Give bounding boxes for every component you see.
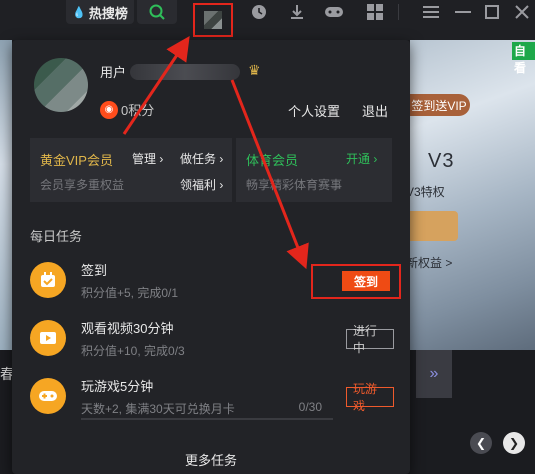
gold-vip-subtitle: 会员享多重权益 <box>40 178 125 192</box>
more-tasks-link[interactable]: 更多任务 <box>12 450 410 469</box>
coin-icon: ◉ <box>100 100 118 119</box>
hot-search-label: 热搜榜 <box>88 5 128 21</box>
sport-vip-card[interactable]: 体育会员 畅享精彩体育赛事 开通 › <box>236 138 392 202</box>
more-arrow-button[interactable]: » <box>416 350 452 398</box>
daily-tasks-title: 每日任务 <box>30 229 83 244</box>
annotation-highlight-box <box>311 264 401 299</box>
play-game-button[interactable]: 玩游戏 <box>346 382 394 413</box>
next-page-button[interactable]: ❯ <box>503 432 525 454</box>
hot-search-button[interactable]: 💧 热搜榜 <box>66 0 134 24</box>
double-chevron-right-icon: » <box>429 365 439 382</box>
logout-link[interactable]: 退出 <box>362 101 388 120</box>
chevron-right-icon: ❯ <box>508 436 520 450</box>
fire-icon: 💧 <box>72 6 86 19</box>
task-row-watch-video: 观看视频30分钟 积分值+10, 完成0/3 进行中 <box>30 316 394 360</box>
play-video-icon <box>30 320 66 356</box>
v3-privilege-text: V3特权 <box>406 185 445 199</box>
do-tasks-link[interactable]: 做任务 › <box>180 150 223 167</box>
in-progress-button[interactable]: 进行中 <box>346 324 394 355</box>
gold-vip-card[interactable]: 黄金VIP会员 会员享多重权益 管理 › 做任务 › 领福利 › <box>30 138 232 202</box>
prev-page-button[interactable]: ❮ <box>470 432 492 454</box>
gold-vip-title: 黄金VIP会员 <box>40 153 113 168</box>
open-sport-link[interactable]: 开通 › <box>346 150 377 167</box>
top-bar: 💧 热搜榜 <box>0 0 535 40</box>
vip-crown-icon: ♛ <box>248 62 261 78</box>
manage-link[interactable]: 管理 › <box>132 150 163 167</box>
calendar-check-icon <box>30 262 66 298</box>
personal-settings-link[interactable]: 个人设置 <box>288 101 340 120</box>
user-name-prefix: 用户 <box>100 65 127 80</box>
chevron-left-icon: ❮ <box>475 436 487 450</box>
auto-badge: 自看 <box>512 42 535 75</box>
v3-title: V3 <box>428 150 455 172</box>
gamepad-icon <box>30 378 66 414</box>
maximize-icon[interactable] <box>481 2 503 22</box>
new-rights-link[interactable]: 新权益 > <box>406 254 452 271</box>
points-display[interactable]: ◉ 0积分 <box>100 100 154 119</box>
user-name-redacted <box>130 63 241 80</box>
minimize-icon[interactable] <box>452 2 474 22</box>
task-desc: 天数+2, 集满30天可兑换月卡 <box>81 402 235 416</box>
sport-vip-title: 体育会员 <box>246 153 299 168</box>
task-desc: 积分值+10, 完成0/3 <box>81 344 185 358</box>
banner-gold-button[interactable] <box>406 211 458 241</box>
user-dropdown-panel: 用户 ♛ ◉ 0积分 个人设置 退出 黄金VIP会员 会员享多重权益 管理 › … <box>12 40 410 474</box>
download-icon[interactable] <box>286 2 308 22</box>
task-row-play-game: 玩游戏5分钟 天数+2, 集满30天可兑换月卡 0/30 玩游戏 <box>30 374 394 420</box>
game-icon[interactable] <box>323 2 345 22</box>
task-progress-count: 0/30 <box>298 400 322 414</box>
sport-vip-subtitle: 畅享精彩体育赛事 <box>246 178 343 192</box>
apps-icon[interactable] <box>364 2 386 22</box>
task-name: 玩游戏5分钟 <box>81 379 154 394</box>
history-icon[interactable] <box>248 2 270 22</box>
task-progress-bar <box>81 418 333 420</box>
background-banner-left <box>0 40 12 350</box>
user-avatar[interactable] <box>34 58 88 112</box>
membership-cards: 黄金VIP会员 会员享多重权益 管理 › 做任务 › 领福利 › 体育会员 畅享… <box>30 138 392 202</box>
avatar-thumbnail <box>204 11 222 29</box>
task-name: 观看视频30分钟 <box>81 321 174 336</box>
user-avatar-button[interactable] <box>193 3 233 37</box>
points-value: 0积分 <box>121 103 155 118</box>
user-name: 用户 <box>100 62 241 81</box>
task-name: 签到 <box>81 263 108 278</box>
divider <box>398 4 399 20</box>
signin-vip-pill[interactable]: 签到送VIP <box>408 94 470 116</box>
search-icon <box>149 4 165 20</box>
task-desc: 积分值+5, 完成0/1 <box>81 286 179 300</box>
menu-icon[interactable] <box>420 2 442 22</box>
search-button[interactable] <box>137 0 177 24</box>
close-icon[interactable] <box>511 2 533 22</box>
claim-welfare-link[interactable]: 领福利 › <box>180 176 223 193</box>
